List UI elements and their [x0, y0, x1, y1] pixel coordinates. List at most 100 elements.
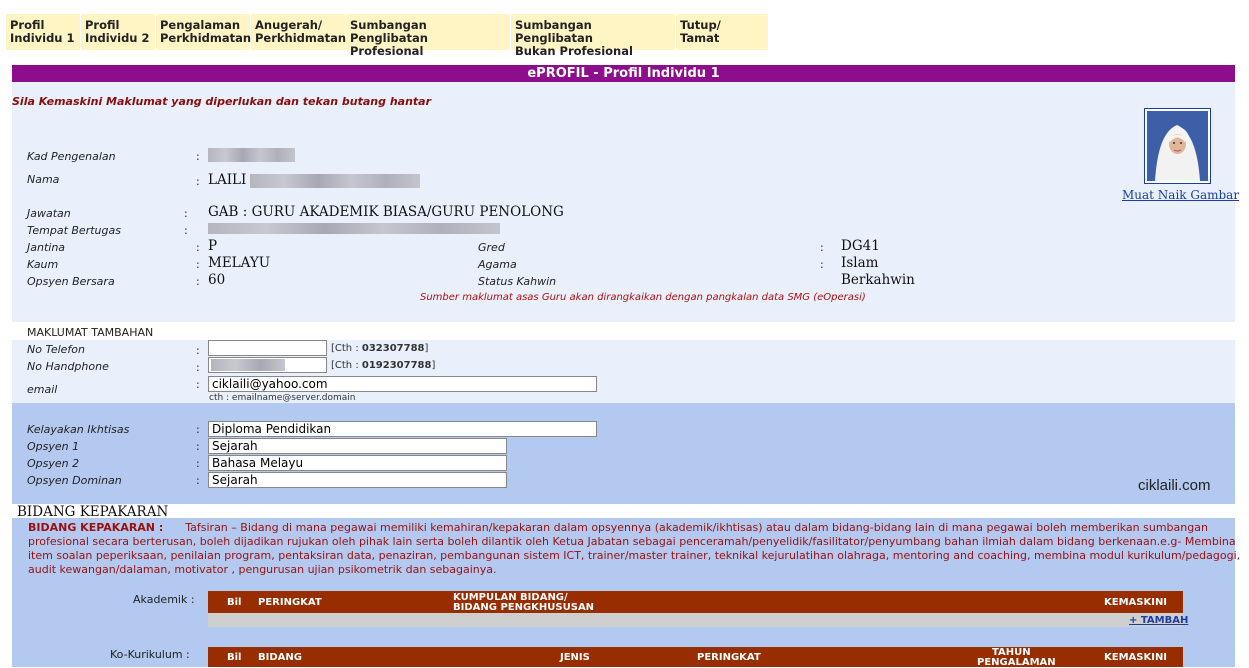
- hint-suffix: ]: [424, 343, 429, 354]
- hint-number: 0192307788: [361, 360, 432, 371]
- status-kahwin-value: Berkahwin: [841, 272, 915, 288]
- opsyen-1-label: Opsyen 1: [27, 440, 80, 453]
- watermark-text: ciklaili.com: [1138, 477, 1211, 494]
- tambah-link[interactable]: + TAMBAH: [1129, 615, 1188, 626]
- akademik-label: Akademik :: [133, 593, 195, 606]
- tab-profil-individu-1[interactable]: Profil Individu 1: [6, 14, 81, 50]
- tab-label: Individu 1: [10, 31, 75, 45]
- col-bil: Bil: [227, 652, 242, 663]
- desc-line: item soalan peperiksaan, penilaian progr…: [28, 549, 1241, 562]
- handphone-label: No Handphone: [27, 360, 109, 373]
- hint-prefix: [Cth :: [331, 360, 362, 371]
- desc-text: Tafsiran – Bidang di mana pegawai memili…: [185, 521, 1208, 534]
- colon: :: [184, 207, 188, 220]
- tab-anugerah-perkhidmatan[interactable]: Anugerah/ Perkhidmatan: [251, 14, 346, 50]
- colon: :: [196, 423, 200, 436]
- email-input[interactable]: ciklaili@yahoo.com: [208, 376, 597, 392]
- colon: :: [196, 440, 200, 453]
- opsyen-dominan-label: Opsyen Dominan: [27, 474, 122, 487]
- gred-label: Gred: [478, 241, 505, 254]
- kaum-value: MELAYU: [208, 255, 271, 271]
- colon: :: [196, 457, 200, 470]
- tab-label: Perkhidmatan: [160, 31, 252, 45]
- tab-profil-individu-2[interactable]: Profil Individu 2: [81, 14, 156, 50]
- profile-photo: [1144, 108, 1211, 184]
- colon: :: [184, 224, 188, 237]
- col-bil: Bil: [227, 597, 242, 608]
- handphone-input[interactable]: [208, 357, 327, 373]
- opsyen-bersara-label: Opsyen Bersara: [27, 275, 115, 288]
- telefon-input[interactable]: [208, 340, 327, 356]
- jawatan-label: Jawatan: [27, 207, 71, 220]
- colon: :: [196, 241, 200, 254]
- nama-label: Nama: [27, 173, 60, 186]
- status-kahwin-label: Status Kahwin: [478, 275, 557, 288]
- tab-label: Profesional: [350, 44, 424, 58]
- jawatan-value: GAB : GURU AKADEMIK BIASA/GURU PENOLONG: [208, 204, 564, 220]
- handphone-hint: [Cth : 0192307788]: [331, 360, 435, 371]
- opsyen-dominan-input[interactable]: Sejarah: [208, 472, 507, 488]
- jantina-value: P: [208, 238, 218, 254]
- tab-pengalaman-perkhidmatan[interactable]: Pengalaman Perkhidmatan: [156, 14, 251, 50]
- hint-prefix: [Cth :: [331, 343, 362, 354]
- redacted-ic-number: [208, 148, 295, 162]
- colon: :: [196, 474, 200, 487]
- tab-label: Sumbangan Penglibatan: [515, 18, 593, 45]
- tab-label: Individu 2: [85, 31, 150, 45]
- desc-line: audit kewangan/dalaman, motivator , peng…: [28, 563, 497, 576]
- bidang-description: BIDANG KEPAKARAN : Tafsiran – Bidang di m…: [28, 521, 1241, 577]
- kokurikulum-table-header: Bil BIDANG JENIS PERINGKAT TAHUN PENGALA…: [208, 647, 1183, 668]
- col-tahun-2: PENGALAMAN: [977, 657, 1056, 668]
- instruction-text: Sila Kemaskini Maklumat yang diperlukan …: [12, 95, 432, 108]
- colon: :: [196, 175, 200, 188]
- col-kemaskini: KEMASKINI: [1104, 652, 1168, 663]
- kelayakan-ikhtisas-label: Kelayakan Ikhtisas: [27, 423, 130, 436]
- nama-value: LAILI: [208, 172, 247, 188]
- tab-sumbangan-bukan-profesional[interactable]: Sumbangan Penglibatan Bukan Profesional: [511, 14, 676, 58]
- redacted-workplace: [208, 223, 500, 234]
- col-bidang: BIDANG: [258, 652, 302, 663]
- akademik-table-header: Bil PERINGKAT KUMPULAN BIDANG/ BIDANG PE…: [208, 591, 1183, 613]
- redacted-name: [250, 174, 420, 188]
- colon: :: [196, 258, 200, 271]
- email-label: email: [27, 383, 58, 396]
- tab-label: Sumbangan Penglibatan: [350, 18, 428, 45]
- kad-pengenalan-label: Kad Pengenalan: [27, 150, 116, 163]
- tab-label: Tutup/ Tamat: [680, 18, 721, 45]
- col-peringkat: PERINGKAT: [697, 652, 761, 663]
- kelayakan-ikhtisas-input[interactable]: Diploma Pendidikan: [208, 421, 597, 437]
- agama-label: Agama: [478, 258, 517, 271]
- opsyen-2-label: Opsyen 2: [27, 457, 80, 470]
- opsyen-bersara-value: 60: [208, 272, 226, 288]
- kelayakan-panel: [12, 403, 1235, 504]
- akademik-table-body: [208, 613, 1183, 627]
- photo-image: [1147, 111, 1208, 181]
- col-kemaskini: KEMASKINI: [1104, 597, 1168, 608]
- opsyen-2-input[interactable]: Bahasa Melayu: [208, 455, 507, 471]
- telefon-hint: [Cth : 032307788]: [331, 343, 428, 354]
- colon: :: [196, 361, 200, 374]
- tab-tutup-tamat[interactable]: Tutup/ Tamat: [676, 14, 769, 50]
- col-peringkat: PERINGKAT: [258, 597, 322, 608]
- telefon-label: No Telefon: [27, 343, 85, 356]
- colon: :: [820, 258, 824, 271]
- page-title: ePROFIL - Profil Individu 1: [12, 65, 1235, 82]
- agama-value: Islam: [841, 255, 879, 271]
- jantina-label: Jantina: [27, 241, 66, 254]
- colon: :: [196, 378, 200, 391]
- col-kumpulan-2: BIDANG PENGKHUSUSAN: [453, 602, 595, 613]
- colon: :: [196, 344, 200, 357]
- tab-label: Bukan Profesional: [515, 44, 633, 58]
- email-hint: cth : emailname@server.domain: [209, 393, 356, 403]
- hint-suffix: ]: [431, 360, 436, 371]
- opsyen-1-input[interactable]: Sejarah: [208, 438, 507, 454]
- tab-label: Perkhidmatan: [255, 31, 347, 45]
- kaum-label: Kaum: [27, 258, 59, 271]
- tempat-bertugas-label: Tempat Bertugas: [27, 224, 121, 237]
- desc-title: BIDANG KEPAKARAN :: [28, 521, 164, 534]
- tab-sumbangan-profesional[interactable]: Sumbangan Penglibatan Profesional: [346, 14, 511, 58]
- desc-line: profesional secara berterusan, boleh dij…: [28, 535, 1236, 548]
- upload-photo-link[interactable]: Muat Naik Gambar: [1122, 188, 1239, 202]
- redacted-handphone: [211, 359, 285, 371]
- source-note: Sumber maklumat asas Guru akan dirangkai…: [420, 292, 866, 303]
